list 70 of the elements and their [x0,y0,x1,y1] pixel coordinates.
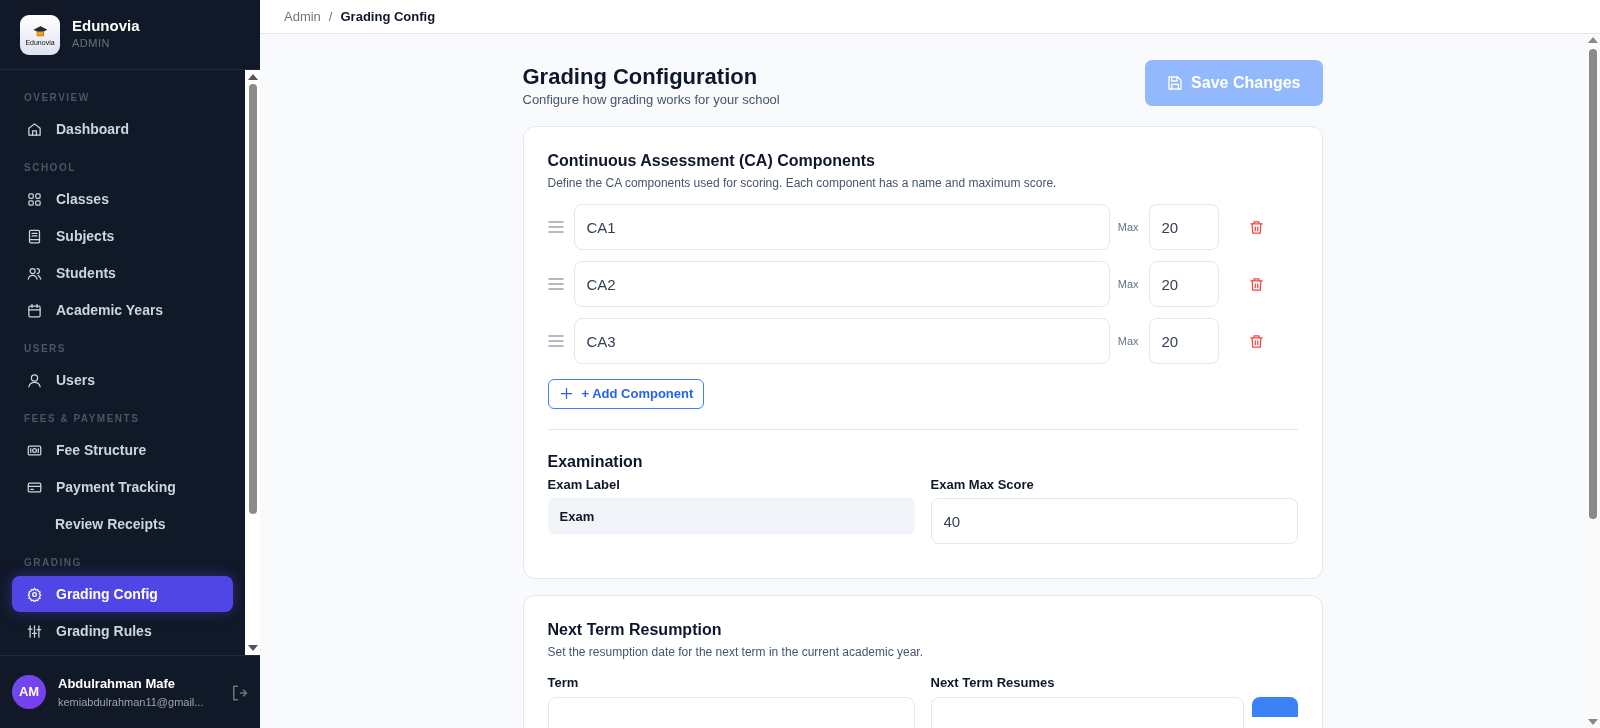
trash-icon [1248,277,1264,293]
section-title: Next Term Resumption [547,620,723,640]
section-label: SCHOOL [23,161,77,175]
logout-icon [230,683,248,702]
component-name-field[interactable]: CA3 [573,318,1110,365]
avatar: AM [12,675,46,709]
nav-item[interactable]: Subjects [12,218,233,254]
nav-item[interactable]: Users [12,362,233,398]
calendar-icon [27,302,42,318]
scrollbar[interactable] [245,70,260,655]
nav-item[interactable]: Academic Years [12,292,233,328]
section-label: OVERVIEW [23,91,91,105]
brand-name: Edunovia [72,17,140,36]
section-description: Define the CA components used for scoring. Each component has a name and maximum score. [547,175,1058,193]
drag-handle-icon [547,221,564,234]
section-title: Examination [547,451,644,471]
page-title: Grading Configuration [522,64,759,91]
home-icon [27,121,42,137]
breadcrumb-link[interactable]: Admin [284,6,321,27]
drag-handle-icon [547,335,564,348]
user-name: Abdulrahman Mafe [58,675,176,693]
book-icon [27,228,42,244]
user-icon [27,372,42,388]
trash-icon [1248,220,1264,236]
nav-item[interactable]: Payment Tracking [12,469,233,505]
grid-icon [27,191,42,207]
add-component-button[interactable]: + Add Component [547,379,705,409]
nav-item[interactable]: Grading Rules [12,613,233,649]
exam-label-field: Exam [547,498,915,535]
section-label: USERS [23,342,67,356]
nav-item[interactable]: Grading Config [12,576,233,612]
section-title: Continuous Assessment (CA) Components [547,150,876,171]
max-label: Max [1117,333,1139,349]
component-name-field[interactable]: CA2 [573,261,1110,308]
nav-item[interactable]: Dashboard [12,111,233,147]
set-date-button[interactable] [1251,696,1298,717]
role-label: ADMIN [72,36,111,52]
component-name-field[interactable]: CA1 [573,204,1110,251]
scrollbar[interactable] [1585,34,1600,728]
page-subtitle: Configure how grading works for your school [522,91,780,110]
gear-icon [27,586,42,602]
nav-item[interactable]: Classes [12,181,233,217]
drag-handle-icon [547,278,564,291]
banknote-icon [27,442,42,458]
people-icon [27,265,42,281]
card-icon [27,479,42,495]
breadcrumb-separator: / [328,7,333,26]
nav-item[interactable]: Fee Structure [12,432,233,468]
plus-icon [558,386,574,402]
max-score-field[interactable]: 20 [1148,261,1219,308]
trash-icon [1248,334,1264,350]
section-label: GRADING [23,556,83,570]
max-score-field[interactable]: 20 [1148,204,1219,251]
section-label: FEES & PAYMENTS [23,412,141,426]
graduation-cap-icon [32,23,48,39]
sliders-icon [27,623,42,639]
nav-item[interactable]: Students [12,255,233,291]
section-description: Set the resumption date for the next term in the current academic year. [547,644,925,662]
save-icon [1167,75,1184,91]
nav-item[interactable]: Review Receipts [12,506,233,542]
field-label: Next Term Resumes [930,674,1056,693]
breadcrumb-current: Grading Config [340,7,436,26]
user-email: kemiabdulrahman11@gmail... [58,694,205,710]
max-label: Max [1117,219,1139,235]
max-score-field[interactable]: 20 [1148,318,1219,365]
max-label: Max [1117,276,1139,292]
field-label: Term [547,674,580,693]
field-label: Exam Max Score [930,475,1035,494]
field-label: Exam Label [547,475,621,494]
exam-max-score-field[interactable]: 40 [930,498,1298,545]
